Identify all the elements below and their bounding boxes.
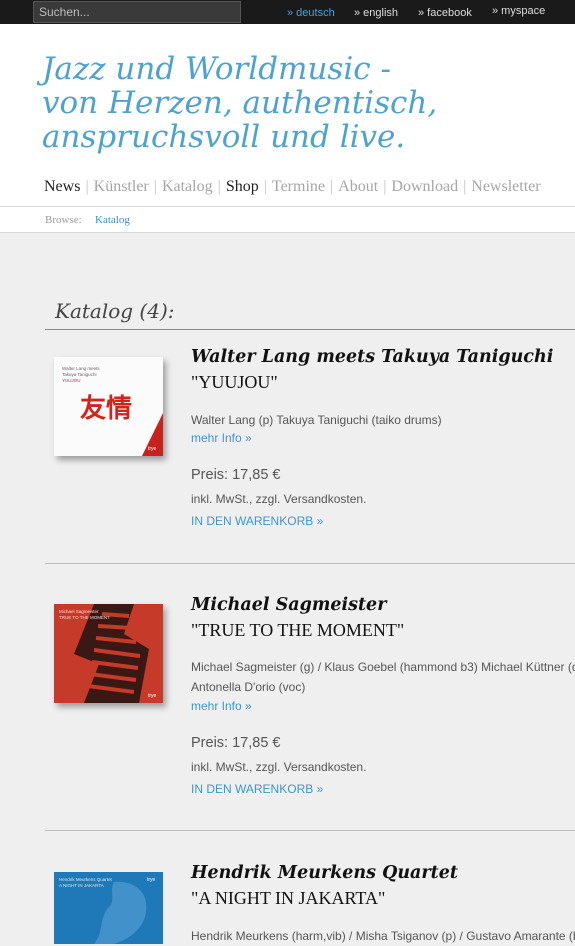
slogan-line: Jazz und Worldmusic - — [42, 51, 391, 87]
nav-termine[interactable]: Termine — [272, 178, 325, 195]
nav-kuenstler[interactable]: Künstler — [94, 178, 149, 195]
slogan-line: von Herzen, authentisch, — [42, 85, 438, 121]
main-nav: News | Künstler | Katalog | Shop | Termine | About… — [44, 178, 541, 196]
album-cover-a-night-in-jakarta[interactable]: Hendrik Meurkens Quartet A NIGHT IN JAKA… — [54, 872, 163, 944]
nav-separator: | — [85, 178, 89, 195]
album-cover-yuujou[interactable]: Walter Lang meets Takuya Taniguchi YUUJO… — [54, 357, 163, 456]
breadcrumb-link-katalog[interactable]: Katalog — [95, 214, 130, 226]
price: Preis: 17,85 € — [191, 735, 281, 751]
cover-label: trye — [148, 446, 157, 452]
cover-text: TRUE TO THE MOMENT — [59, 615, 110, 620]
lineup-text: Michael Sagmeister (g) / Klaus Goebel (h… — [191, 657, 575, 697]
slogan-line: anspruchsvoll und live. — [42, 119, 406, 155]
myspace-link[interactable]: » myspace — [492, 5, 545, 17]
nav-separator: | — [330, 178, 334, 195]
site-header: Jazz und Worldmusic - von Herzen, authen… — [0, 24, 575, 206]
cover-text: Michael Sagmeister — [59, 609, 99, 614]
tax-note: inkl. MwSt., zzgl. Versandkosten. — [191, 760, 367, 774]
artist-name[interactable]: Walter Lang meets Takuya Taniguchi — [191, 347, 553, 367]
breadcrumb: Browse: Katalog — [0, 206, 575, 233]
tax-note: inkl. MwSt., zzgl. Versandkosten. — [191, 492, 367, 506]
lineup-text: Walter Lang (p) Takuya Taniguchi (taiko … — [191, 410, 442, 430]
nav-separator: | — [383, 178, 387, 195]
search-input[interactable] — [33, 1, 241, 23]
add-to-cart-link[interactable]: IN DEN WARENKORB » — [191, 514, 323, 528]
price: Preis: 17,85 € — [191, 467, 281, 483]
artist-name[interactable]: Hendrik Meurkens Quartet — [191, 863, 458, 883]
lang-link-deutsch[interactable]: » deutsch — [287, 7, 335, 19]
facebook-link[interactable]: » facebook — [418, 7, 472, 19]
artist-name[interactable]: Michael Sagmeister — [191, 595, 386, 615]
lineup-text: Hendrik Meurkens (harm,vib) / Misha Tsig… — [191, 926, 575, 946]
nav-newsletter[interactable]: Newsletter — [471, 178, 540, 195]
site-slogan[interactable]: Jazz und Worldmusic - von Herzen, authen… — [42, 52, 562, 154]
nav-download[interactable]: Download — [391, 178, 458, 195]
cover-text: Walter Lang meets — [62, 366, 100, 371]
cover-label: trye — [147, 877, 156, 883]
title-divider — [45, 329, 575, 330]
cover-text: Hendrik Meurkens Quartet — [59, 877, 113, 882]
nav-separator: | — [463, 178, 467, 195]
lineup-line: Walter Lang (p) Takuya Taniguchi (taiko … — [191, 413, 442, 427]
album-title: "YUUJOU" — [191, 372, 278, 392]
album-cover-true-to-the-moment[interactable]: Michael Sagmeister TRUE TO THE MOMENT tr… — [54, 604, 163, 703]
breadcrumb-label: Browse: — [45, 214, 82, 226]
cover-label: trye — [148, 693, 157, 699]
cover-text: Takuya Taniguchi — [62, 372, 96, 377]
item-divider — [45, 830, 575, 831]
nav-about[interactable]: About — [338, 178, 378, 195]
cover-kanji: 友情 — [80, 394, 132, 424]
nav-shop[interactable]: Shop — [226, 178, 259, 195]
item-divider — [45, 563, 575, 564]
catalog-title: Katalog (4): — [55, 299, 175, 323]
lang-link-english[interactable]: » english — [354, 7, 398, 19]
top-bar: » deutsch » english » facebook » myspace — [0, 0, 575, 24]
album-cover-art: Hendrik Meurkens Quartet A NIGHT IN JAKA… — [54, 872, 163, 944]
add-to-cart-link[interactable]: IN DEN WARENKORB » — [191, 782, 323, 796]
cover-text: A NIGHT IN JAKARTA — [59, 883, 104, 888]
nav-separator: | — [217, 178, 221, 195]
more-info-link[interactable]: mehr Info » — [191, 699, 252, 713]
lineup-line: Michael Sagmeister (g) / Klaus Goebel (h… — [191, 660, 575, 674]
album-title: "A NIGHT IN JAKARTA" — [191, 888, 386, 908]
nav-separator: | — [263, 178, 267, 195]
lineup-line: Antonella D'orio (voc) — [191, 680, 306, 694]
album-cover-art: Michael Sagmeister TRUE TO THE MOMENT tr… — [54, 604, 163, 703]
nav-news[interactable]: News — [44, 178, 80, 195]
nav-katalog[interactable]: Katalog — [162, 178, 213, 195]
album-cover-art: Walter Lang meets Takuya Taniguchi YUUJO… — [54, 357, 163, 456]
more-info-link[interactable]: mehr Info » — [191, 431, 252, 445]
nav-separator: | — [153, 178, 157, 195]
album-title: "TRUE TO THE MOMENT" — [191, 620, 405, 640]
lineup-line: Hendrik Meurkens (harm,vib) / Misha Tsig… — [191, 929, 575, 943]
cover-text: YUUJOU — [62, 378, 81, 383]
